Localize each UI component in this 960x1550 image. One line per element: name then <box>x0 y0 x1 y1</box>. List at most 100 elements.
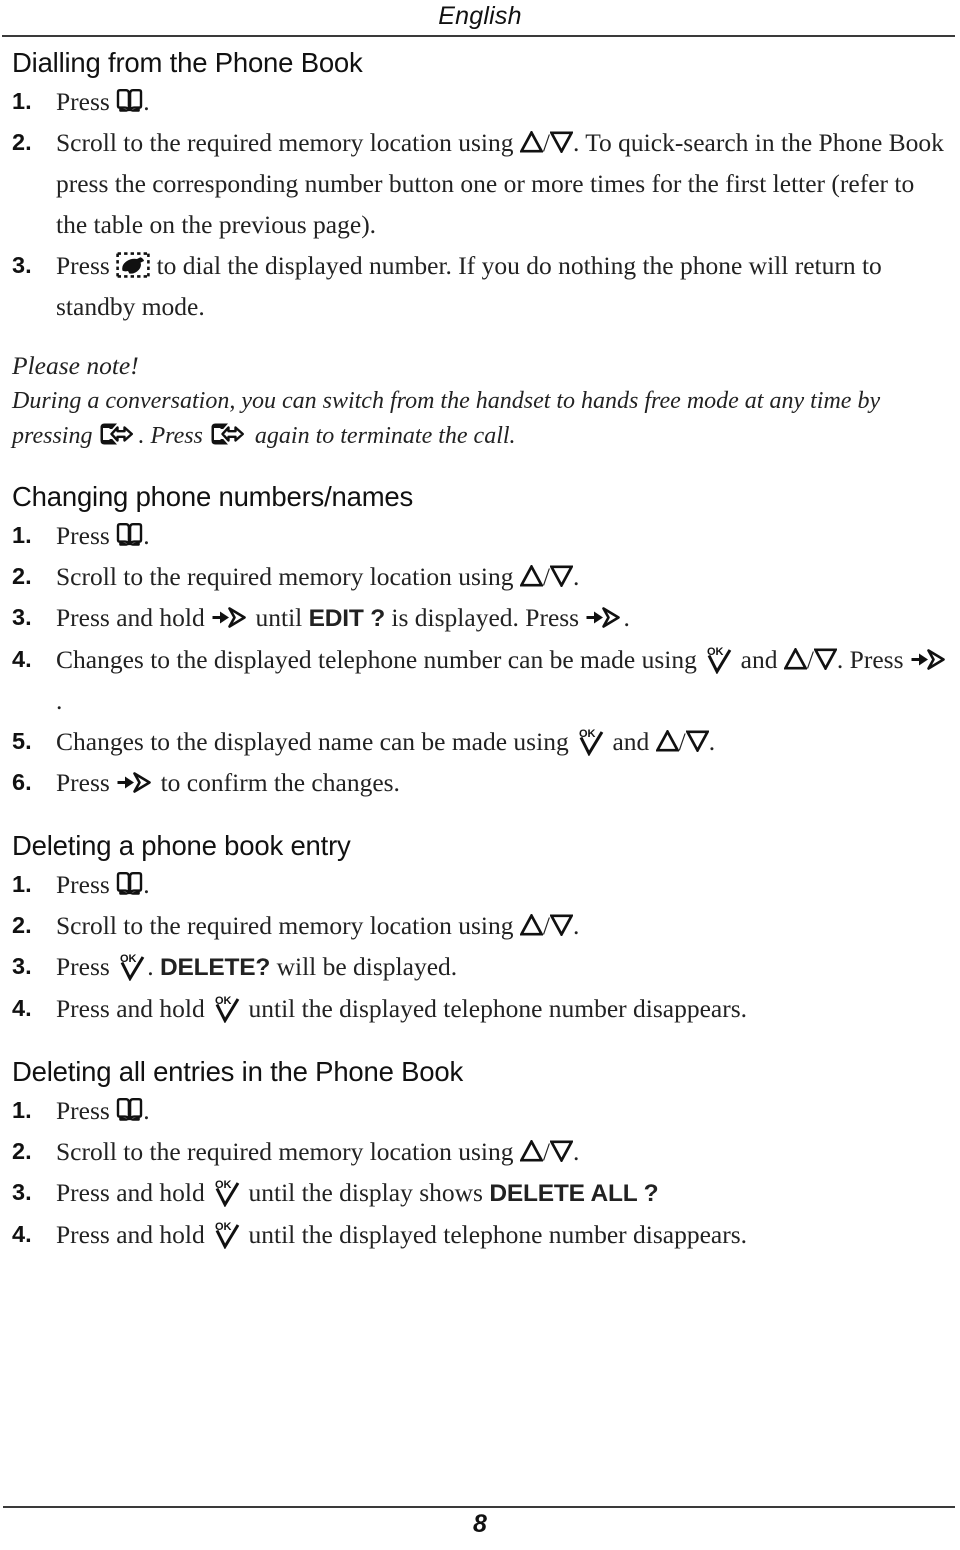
phone-book-icon <box>116 1098 143 1122</box>
display-text: EDIT ? <box>308 605 386 632</box>
step-text: Press . <box>56 870 150 899</box>
scroll-down-triangle-icon <box>549 565 573 587</box>
step-item: 4. Press and hold OK until the displayed … <box>12 1214 948 1255</box>
page-number: 8 <box>473 1510 487 1538</box>
step-number: 1. <box>12 1097 32 1123</box>
phone-book-icon <box>116 872 143 896</box>
section-heading: Deleting all entries in the Phone Book <box>12 1056 464 1087</box>
step-number: 3. <box>12 1179 32 1205</box>
step-text: Scroll to the required memory location u… <box>56 128 944 239</box>
step-item: 3. Press and hold OK until the display sh… <box>12 1172 948 1214</box>
step-number: 2. <box>12 912 32 938</box>
scroll-up-triangle-icon <box>655 730 679 752</box>
right-arrow-icon <box>116 770 154 795</box>
please-note-title: Please note! <box>12 351 139 380</box>
step-item: 2. Scroll to the required memory location… <box>12 556 948 597</box>
scroll-up-triangle-icon <box>519 914 543 936</box>
ok-check-icon: OK <box>211 993 242 1023</box>
phone-book-icon <box>116 523 143 547</box>
step-list: 1. Press . 2. Scroll to the required memory… <box>12 1090 948 1255</box>
page-header-language: English <box>438 2 522 30</box>
footer-divider-rule <box>3 1506 955 1508</box>
step-text: Press OK. DELETE? will be displayed. <box>56 951 458 981</box>
step-item: 5. Changes to the displayed name can be m… <box>12 721 948 762</box>
step-number: 1. <box>12 871 32 897</box>
step-number: 5. <box>12 728 32 754</box>
step-list: 1. Press . 2. Scroll to the required memory… <box>12 864 948 1029</box>
scroll-up-triangle-icon <box>519 1140 543 1162</box>
step-text: Press . <box>56 87 150 116</box>
step-item: 2. Scroll to the required memory location… <box>12 905 948 946</box>
right-arrow-icon <box>585 605 623 630</box>
step-text: Press . <box>56 1096 150 1125</box>
hands-free-icon <box>209 422 249 446</box>
step-item: 4. Press and hold OK until the displayed … <box>12 988 948 1029</box>
scroll-down-triangle-icon <box>549 131 573 153</box>
step-text: Changes to the displayed name can be mad… <box>56 726 716 756</box>
scroll-up-triangle-icon <box>783 648 807 670</box>
step-number: 2. <box>12 1138 32 1164</box>
step-item: 1. Press . <box>12 515 948 556</box>
section-heading: Dialling from the Phone Book <box>12 47 363 78</box>
ok-check-icon: OK <box>211 1219 242 1249</box>
right-arrow-icon <box>910 647 948 672</box>
step-text: Press and hold OK until the displayed te… <box>56 1219 748 1249</box>
step-number: 4. <box>12 1221 32 1247</box>
step-text: Press to confirm the changes. <box>56 768 400 797</box>
step-item: 1. Press . <box>12 81 948 122</box>
step-item: 3. Press and hold until EDIT ? is display… <box>12 597 948 639</box>
step-item: 2. Scroll to the required memory location… <box>12 1131 948 1172</box>
ok-check-icon: OK <box>703 644 734 674</box>
right-arrow-icon <box>211 605 249 630</box>
step-number: 4. <box>12 646 32 672</box>
step-number: 6. <box>12 769 32 795</box>
step-number: 3. <box>12 252 32 278</box>
display-text: DELETE ALL ? <box>489 1180 659 1207</box>
scroll-down-triangle-icon <box>549 1140 573 1162</box>
step-item: 1. Press . <box>12 1090 948 1131</box>
phone-book-icon <box>116 89 143 113</box>
step-number: 1. <box>12 88 32 114</box>
step-text: Changes to the displayed telephone numbe… <box>56 645 948 715</box>
step-number: 3. <box>12 953 32 979</box>
step-number: 3. <box>12 604 32 630</box>
ok-check-icon: OK <box>116 951 147 981</box>
step-list: 1. Press . 2. Scroll to the required memory… <box>12 81 948 327</box>
ok-check-icon: OK <box>575 726 606 756</box>
step-text: Press and hold OK until the displayed te… <box>56 993 748 1023</box>
header-divider-rule <box>2 35 955 37</box>
section-heading: Deleting a phone book entry <box>12 830 351 861</box>
step-number: 2. <box>12 563 32 589</box>
display-text: DELETE? <box>159 954 271 981</box>
step-number: 4. <box>12 995 32 1021</box>
page-content: Dialling from the Phone Book 1. Press . 2. S… <box>12 46 948 1255</box>
step-item: 2. Scroll to the required memory location… <box>12 122 948 245</box>
section-group-dialling: Dialling from the Phone Book 1. Press . 2. S… <box>12 46 948 327</box>
step-item: 3. Press to dial the displayed number. If… <box>12 245 948 327</box>
hands-free-icon <box>98 422 138 446</box>
step-text: Press to dial the displayed number. If y… <box>56 251 882 321</box>
scroll-up-triangle-icon <box>519 565 543 587</box>
step-text: Press . <box>56 521 150 550</box>
step-item: 3. Press OK. DELETE? will be displayed. <box>12 946 948 988</box>
step-item: 6. Press to confirm the changes. <box>12 762 948 803</box>
step-text: Scroll to the required memory location u… <box>56 1137 580 1166</box>
please-note-block: Please note! During a conversation, you … <box>12 348 948 454</box>
step-text: Scroll to the required memory location u… <box>56 911 580 940</box>
please-note-body: During a conversation, you can switch fr… <box>12 388 881 449</box>
section-group-remaining: Changing phone numbers/names 1. Press . 2. S… <box>12 480 948 1255</box>
step-item: 1. Press . <box>12 864 948 905</box>
scroll-up-triangle-icon <box>519 131 543 153</box>
dial-handset-icon <box>116 252 150 278</box>
step-number: 2. <box>12 129 32 155</box>
step-text: Press and hold OK until the display show… <box>56 1177 659 1207</box>
manual-page: English Dialling from the Phone Book 1. Pr… <box>0 0 960 1550</box>
step-text: Press and hold until EDIT ? is displayed… <box>56 603 630 632</box>
step-item: 4. Changes to the displayed telephone num… <box>12 639 948 721</box>
ok-check-icon: OK <box>211 1177 242 1207</box>
step-text: Scroll to the required memory location u… <box>56 562 580 591</box>
section-heading: Changing phone numbers/names <box>12 481 414 512</box>
step-number: 1. <box>12 522 32 548</box>
scroll-down-triangle-icon <box>813 648 837 670</box>
scroll-down-triangle-icon <box>549 914 573 936</box>
